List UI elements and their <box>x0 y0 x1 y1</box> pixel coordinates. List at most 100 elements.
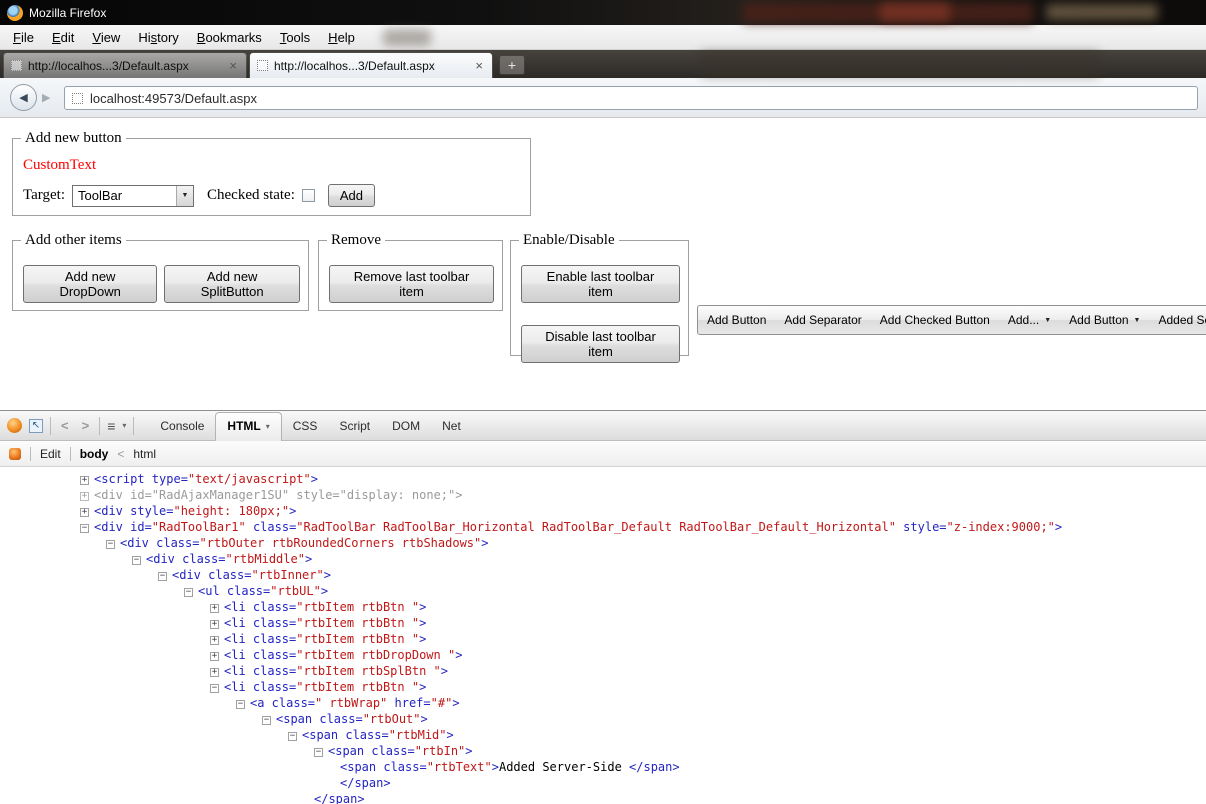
tree-node[interactable]: </span> <box>0 775 1206 791</box>
checked-state-label: Checked state: <box>207 187 295 203</box>
tree-node[interactable]: + <div id="RadAjaxManager1SU" style="disp… <box>0 487 1206 503</box>
panel-options-icon[interactable] <box>9 447 21 460</box>
toolbar-item[interactable]: Add Button <box>698 306 775 334</box>
navigation-toolbar: ◀ ▶ localhost:49573/Default.aspx <box>0 78 1206 118</box>
history-forward-icon[interactable]: > <box>79 418 93 433</box>
page-button[interactable]: Enable last toolbar item <box>521 265 680 303</box>
collapse-icon[interactable]: − <box>262 716 271 725</box>
tree-node[interactable]: − <li class="rtbItem rtbBtn "> <box>0 679 1206 695</box>
tree-node[interactable]: <span class="rtbText">Added Server-Side … <box>0 759 1206 775</box>
browser-tab-2[interactable]: http://localhos...3/Default.aspx × <box>249 52 493 78</box>
browser-tab-1[interactable]: http://localhos...3/Default.aspx × <box>3 52 247 78</box>
glass-artifact <box>1046 4 1158 20</box>
expand-icon[interactable]: + <box>210 620 219 629</box>
target-label: Target: <box>23 187 65 203</box>
tree-node[interactable]: − <div class="rtbMiddle"> <box>0 551 1206 567</box>
fieldset-legend: Enable/Disable <box>519 232 619 249</box>
tree-node[interactable]: + <script type="text/javascript"> <box>0 471 1206 487</box>
toolbar-item[interactable]: Add Button ▼ <box>1060 306 1149 334</box>
back-button[interactable]: ◀ <box>10 84 37 111</box>
firebug-tab-console[interactable]: Console <box>149 413 215 440</box>
toolbar-item[interactable]: Add Checked Button <box>871 306 999 334</box>
tree-node[interactable]: + <li class="rtbItem rtbDropDown "> <box>0 647 1206 663</box>
tree-node[interactable]: − <span class="rtbMid"> <box>0 727 1206 743</box>
fieldset-legend: Remove <box>327 232 385 249</box>
collapse-icon[interactable]: − <box>158 572 167 581</box>
tree-node[interactable]: − <a class=" rtbWrap" href="#"> <box>0 695 1206 711</box>
tree-node[interactable]: − <div id="RadToolBar1" class="RadToolBar… <box>0 519 1206 535</box>
breadcrumb-parent[interactable]: html <box>133 447 156 461</box>
collapse-icon[interactable]: − <box>314 748 323 757</box>
menu-item-view[interactable]: View <box>83 26 129 49</box>
tree-node[interactable]: − <ul class="rtbUL"> <box>0 583 1206 599</box>
expand-icon[interactable]: + <box>80 492 89 501</box>
fieldset-legend: Add other items <box>21 232 126 249</box>
enable-disable-buttons: Enable last toolbar item Disable last too… <box>521 265 680 363</box>
firebug-tab-script[interactable]: Script <box>328 413 381 440</box>
firebug-tab-net[interactable]: Net <box>431 413 472 440</box>
target-select[interactable]: ToolBar ▼ <box>72 184 194 207</box>
menu-item-file[interactable]: File <box>4 26 43 49</box>
toolbar-item[interactable]: Added Server-Side <box>1149 306 1206 334</box>
firebug-tab-css[interactable]: CSS <box>282 413 329 440</box>
expand-icon[interactable]: + <box>80 476 89 485</box>
inspect-element-icon[interactable]: ↖ <box>29 418 43 433</box>
page-content: Add new button CustomText Target: ToolBa… <box>0 118 1206 410</box>
forward-button[interactable]: ▶ <box>42 91 50 104</box>
menu-item-edit[interactable]: Edit <box>43 26 83 49</box>
toolbar-item[interactable]: Add... ▼ <box>999 306 1060 334</box>
tab-close-icon[interactable]: × <box>473 58 485 73</box>
breadcrumb-current[interactable]: body <box>80 447 109 461</box>
menu-item-bookmarks[interactable]: Bookmarks <box>188 26 271 49</box>
dropdown-arrow-icon[interactable]: ▾ <box>122 421 126 430</box>
tree-node[interactable]: + <li class="rtbItem rtbBtn "> <box>0 631 1206 647</box>
tree-node[interactable]: − <div class="rtbOuter rtbRoundedCorners … <box>0 535 1206 551</box>
new-tab-button[interactable]: + <box>499 55 525 75</box>
menu-item-history[interactable]: History <box>129 26 187 49</box>
separator <box>30 446 31 461</box>
collapse-icon[interactable]: − <box>288 732 297 741</box>
expand-icon[interactable]: + <box>210 668 219 677</box>
tree-node[interactable]: + <li class="rtbItem rtbBtn "> <box>0 599 1206 615</box>
tree-node[interactable]: − <span class="rtbOut"> <box>0 711 1206 727</box>
url-text: localhost:49573/Default.aspx <box>90 90 257 106</box>
menu-item-help[interactable]: Help <box>319 26 364 49</box>
collapse-icon[interactable]: − <box>184 588 193 597</box>
checked-state-checkbox[interactable] <box>301 189 315 202</box>
fieldset-add-other-items: Add other items Add new DropDown Add new … <box>12 232 309 311</box>
expand-icon[interactable]: + <box>210 652 219 661</box>
page-button[interactable]: Remove last toolbar item <box>329 265 494 303</box>
collapse-icon[interactable]: − <box>132 556 141 565</box>
tree-node[interactable]: − <div class="rtbInner"> <box>0 567 1206 583</box>
separator <box>50 416 51 435</box>
collapse-icon[interactable]: − <box>80 524 89 533</box>
firebug-tab-dom[interactable]: DOM <box>381 413 431 440</box>
url-bar[interactable]: localhost:49573/Default.aspx <box>64 86 1198 110</box>
page-button[interactable]: Disable last toolbar item <box>521 325 680 363</box>
tree-node[interactable]: + <li class="rtbItem rtbBtn "> <box>0 615 1206 631</box>
dropdown-arrow-icon: ▾ <box>265 421 270 431</box>
expand-icon[interactable]: + <box>80 508 89 517</box>
tree-node[interactable]: + <li class="rtbItem rtbSplBtn "> <box>0 663 1206 679</box>
collapse-icon[interactable]: − <box>106 540 115 549</box>
select-dropdown-arrow-icon[interactable]: ▼ <box>176 185 193 206</box>
collapse-icon[interactable]: − <box>210 684 219 693</box>
tab-close-icon[interactable]: × <box>227 58 239 73</box>
expand-icon[interactable]: + <box>210 636 219 645</box>
page-button[interactable]: Add new SplitButton <box>164 265 300 303</box>
fieldset-enable-disable: Enable/Disable Enable last toolbar item D… <box>510 232 689 363</box>
toolbar-item[interactable]: Add Separator <box>775 306 870 334</box>
add-button[interactable]: Add <box>327 184 376 207</box>
history-back-icon[interactable]: < <box>58 418 72 433</box>
menu-item-tools[interactable]: Tools <box>271 26 319 49</box>
expand-icon[interactable]: + <box>210 604 219 613</box>
list-icon[interactable]: ≡ <box>107 418 115 434</box>
tree-node[interactable]: + <div style="height: 180px;"> <box>0 503 1206 519</box>
firebug-menu-icon[interactable] <box>7 418 22 433</box>
firebug-tab-html[interactable]: HTML ▾ <box>215 412 282 441</box>
tree-node[interactable]: </span> <box>0 791 1206 804</box>
page-button[interactable]: Add new DropDown <box>23 265 158 303</box>
edit-button[interactable]: Edit <box>40 447 61 461</box>
tree-node[interactable]: − <span class="rtbIn"> <box>0 743 1206 759</box>
collapse-icon[interactable]: − <box>236 700 245 709</box>
